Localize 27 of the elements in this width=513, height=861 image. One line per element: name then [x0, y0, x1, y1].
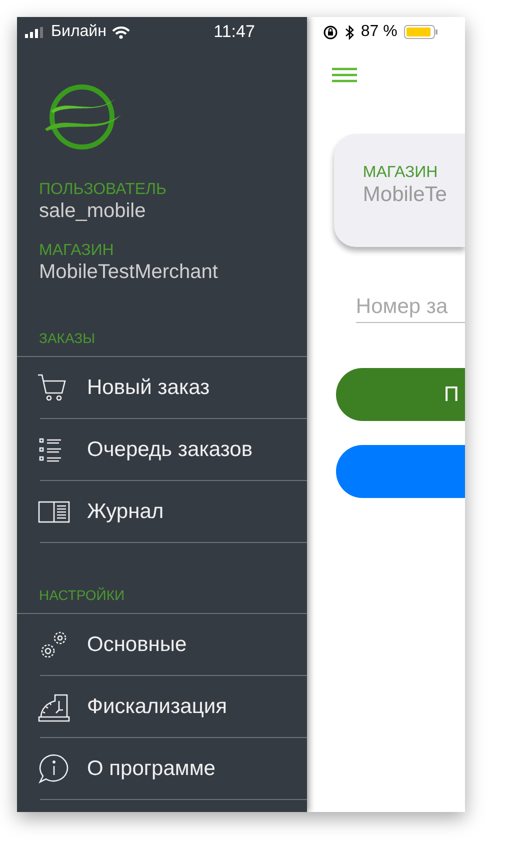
- rotation-lock-icon: [322, 24, 338, 40]
- profile-label: МАГАЗИН: [39, 242, 114, 260]
- battery-icon: [404, 25, 438, 39]
- menu-item[interactable]: Основные: [40, 614, 307, 676]
- order-number-field[interactable]: Номер за: [356, 295, 465, 323]
- menu-item[interactable]: Очередь заказов: [40, 419, 307, 481]
- profile-label: ПОЛЬЗОВАТЕЛЬ: [39, 181, 167, 199]
- menu-item[interactable]: Журнал: [40, 481, 307, 543]
- wifi-icon: [112, 26, 130, 38]
- section-title: НАСТРОЙКИ: [39, 587, 125, 603]
- secondary-button[interactable]: [336, 445, 465, 498]
- section-title: ЗАКАЗЫ: [39, 330, 95, 346]
- menu-item[interactable]: Фискализация: [40, 676, 307, 738]
- carrier-name: Билайн: [51, 23, 106, 41]
- profile-value: MobileTestMerchant: [39, 260, 218, 284]
- store-label: МАГАЗИН: [362, 164, 438, 182]
- signal-icon: [25, 26, 45, 38]
- menu-item[interactable]: Новый заказ: [40, 357, 307, 419]
- menu-icon[interactable]: [332, 67, 357, 83]
- bluetooth-icon: [344, 24, 354, 40]
- battery-percent: 87 %: [360, 23, 398, 41]
- menu-item[interactable]: О программе: [40, 738, 307, 800]
- status-time: 11:47: [214, 22, 255, 42]
- primary-button[interactable]: П: [336, 368, 465, 421]
- store-name: MobileTe: [362, 182, 447, 207]
- profile-value: sale_mobile: [39, 199, 146, 223]
- info-icon: [37, 752, 71, 786]
